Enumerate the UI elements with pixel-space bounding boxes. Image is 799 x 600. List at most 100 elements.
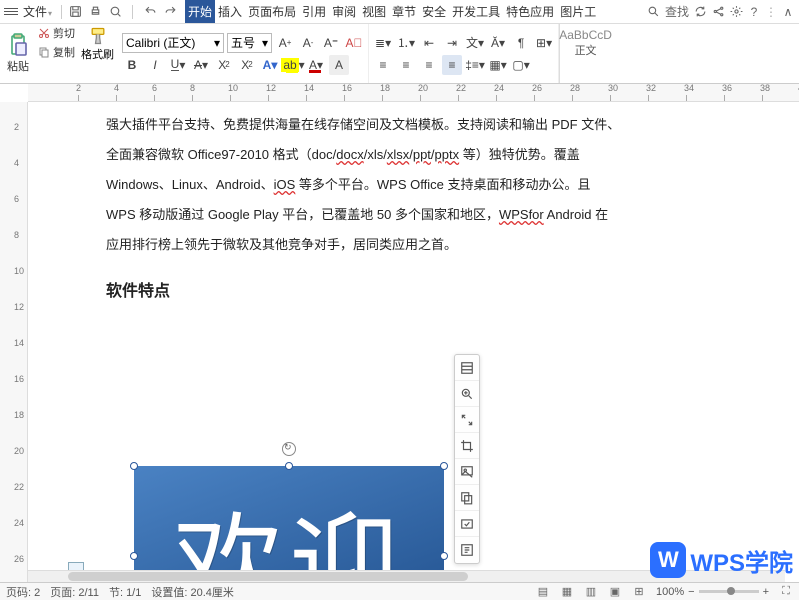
menubar: 文件▾ 开始 插入 页面布局 引用 审阅 视图 章节 安全 开发工具 特色应用 …	[0, 0, 799, 24]
tab-review[interactable]: 审阅	[329, 0, 359, 23]
char-shade-button[interactable]: A	[329, 55, 349, 75]
help-icon[interactable]: ?	[747, 5, 761, 19]
shrink-font-button[interactable]: A-	[298, 33, 318, 53]
tab-special[interactable]: 特色应用	[503, 0, 557, 23]
heading[interactable]: 软件特点	[106, 276, 666, 308]
hamburger-icon[interactable]	[4, 8, 18, 15]
paste-button[interactable]: 粘贴	[0, 24, 36, 83]
grow-font-button[interactable]: A+	[275, 33, 295, 53]
redo-icon[interactable]	[163, 5, 177, 19]
search-icon[interactable]	[647, 5, 661, 19]
tab-insert[interactable]: 插入	[215, 0, 245, 23]
paragraph[interactable]: WPS 移动版通过 Google Play 平台，已覆盖地 50 多个国家和地区…	[106, 202, 666, 228]
view-mode-icon[interactable]: ▦	[560, 585, 574, 599]
preview-icon[interactable]	[108, 5, 122, 19]
status-page-count[interactable]: 页面: 2/11	[50, 584, 99, 600]
copy-image-icon[interactable]	[455, 485, 479, 511]
clear-format-button[interactable]: A⃠	[344, 33, 364, 53]
cut-button[interactable]: 剪切	[36, 24, 77, 42]
tabstop-button[interactable]: ⊞▾	[534, 33, 554, 53]
format-painter-button[interactable]: 格式刷	[77, 24, 118, 83]
text-effects-button[interactable]: A▾	[260, 55, 280, 75]
tab-sections[interactable]: 章节	[389, 0, 419, 23]
layout-options-icon[interactable]	[455, 355, 479, 381]
copy-button[interactable]: 复制	[36, 43, 77, 61]
status-page-number[interactable]: 页码: 2	[6, 584, 40, 600]
view-mode-icon[interactable]: ⊞	[632, 585, 646, 599]
font-color-button[interactable]: A▾	[306, 55, 326, 75]
crop-icon[interactable]	[455, 433, 479, 459]
subscript-button[interactable]: X2	[237, 55, 257, 75]
share-icon[interactable]	[711, 5, 725, 19]
style-gallery[interactable]: AaBbCcD 正文	[559, 24, 611, 83]
save-icon[interactable]	[68, 5, 82, 19]
search-label[interactable]: 查找	[665, 3, 689, 20]
reset-image-icon[interactable]	[455, 511, 479, 537]
zoom-control[interactable]: 100% −+	[656, 586, 769, 598]
align-right-button[interactable]: ≡	[419, 55, 439, 75]
wps-watermark: WWPS学院	[650, 542, 793, 578]
page-area: 强大插件平台支持、免费提供海量在线存储空间及文档模板。支持阅读和输出 PDF 文…	[28, 102, 799, 582]
underline-button[interactable]: U▾	[168, 55, 188, 75]
highlight-button[interactable]: ab▾	[283, 55, 303, 75]
tab-devtools[interactable]: 开发工具	[449, 0, 503, 23]
resize-handle[interactable]	[440, 552, 448, 560]
resize-handle[interactable]	[130, 462, 138, 470]
align-left-button[interactable]: ≡	[373, 55, 393, 75]
shading-button[interactable]: ▦▾	[488, 55, 508, 75]
vertical-ruler[interactable]: 2468101214161820222426	[0, 102, 28, 582]
tab-view[interactable]: 视图	[359, 0, 389, 23]
settings-icon[interactable]	[729, 5, 743, 19]
tab-home[interactable]: 开始	[185, 0, 215, 23]
fullscreen-icon[interactable]: ⛶	[779, 585, 793, 599]
rotate-handle-icon[interactable]	[282, 442, 296, 456]
superscript-button[interactable]: X2	[214, 55, 234, 75]
resize-handle[interactable]	[130, 552, 138, 560]
zoom-icon[interactable]	[455, 381, 479, 407]
image-text: 欢迎	[173, 476, 405, 582]
inserted-image[interactable]: 欢迎	[134, 466, 444, 582]
resize-handle[interactable]	[440, 462, 448, 470]
view-mode-icon[interactable]: ▥	[584, 585, 598, 599]
font-size-select[interactable]: ▾	[227, 33, 272, 53]
expand-icon[interactable]	[455, 407, 479, 433]
horizontal-ruler[interactable]: 2468101214161820222426283032343638404244…	[28, 84, 799, 102]
numbers-button[interactable]: ⒈▾	[396, 33, 416, 53]
file-menu[interactable]: 文件▾	[20, 3, 55, 20]
align-center-button[interactable]: ≡	[396, 55, 416, 75]
change-case-button[interactable]: A⁼	[321, 33, 341, 53]
text-direction-button[interactable]: 文▾	[465, 33, 485, 53]
ribbon-tabs: 开始 插入 页面布局 引用 审阅 视图 章节 安全 开发工具 特色应用 图片工	[185, 0, 599, 23]
decrease-indent-button[interactable]: ⇤	[419, 33, 439, 53]
paragraph[interactable]: Windows、Linux、Android、iOS 等多个平台。WPS Offi…	[106, 172, 666, 198]
italic-button[interactable]: I	[145, 55, 165, 75]
tab-references[interactable]: 引用	[299, 0, 329, 23]
view-mode-icon[interactable]: ▣	[608, 585, 622, 599]
paragraph[interactable]: 强大插件平台支持、免费提供海量在线存储空间及文档模板。支持阅读和输出 PDF 文…	[106, 112, 666, 138]
paragraph[interactable]: 应用排行榜上领先于微软及其他竞争对手，居同类应用之首。	[106, 232, 666, 258]
show-marks-button[interactable]: ¶	[511, 33, 531, 53]
resize-handle[interactable]	[285, 462, 293, 470]
paragraph[interactable]: 全面兼容微软 Office97-2010 格式（doc/docx/xls/xls…	[106, 142, 666, 168]
replace-image-icon[interactable]	[455, 459, 479, 485]
border-button[interactable]: ▢▾	[511, 55, 531, 75]
strike-button[interactable]: A▾	[191, 55, 211, 75]
line-spacing-button[interactable]: ‡≡▾	[465, 55, 485, 75]
font-name-select[interactable]: ▾	[122, 33, 224, 53]
tab-picture[interactable]: 图片工	[557, 0, 599, 23]
align-justify-button[interactable]: ≡	[442, 55, 462, 75]
sync-icon[interactable]	[693, 5, 707, 19]
more-image-icon[interactable]	[455, 537, 479, 563]
undo-icon[interactable]	[143, 5, 157, 19]
sort-button[interactable]: Ă▾	[488, 33, 508, 53]
collapse-icon[interactable]: ∧	[781, 5, 795, 19]
bullets-button[interactable]: ≣▾	[373, 33, 393, 53]
document-page[interactable]: 强大插件平台支持、免费提供海量在线存储空间及文档模板。支持阅读和输出 PDF 文…	[66, 102, 706, 348]
picture-float-toolbar	[454, 354, 480, 564]
bold-button[interactable]: B	[122, 55, 142, 75]
tab-security[interactable]: 安全	[419, 0, 449, 23]
tab-layout[interactable]: 页面布局	[245, 0, 299, 23]
print-icon[interactable]	[88, 5, 102, 19]
increase-indent-button[interactable]: ⇥	[442, 33, 462, 53]
view-mode-icon[interactable]: ▤	[536, 585, 550, 599]
